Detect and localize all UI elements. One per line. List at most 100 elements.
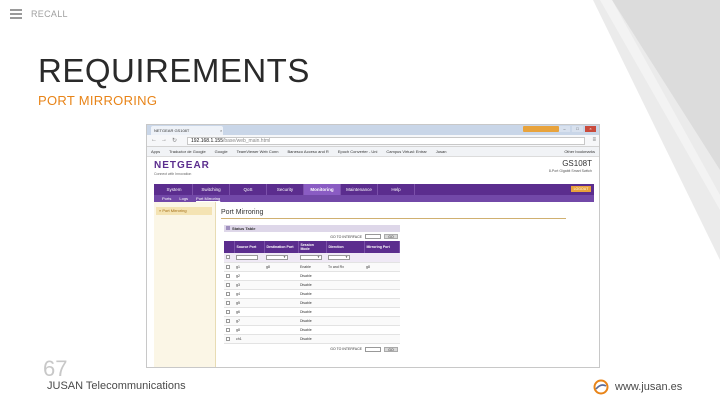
browser-menu-icon[interactable]: ≡ bbox=[592, 137, 596, 143]
page-number: 67 bbox=[43, 356, 68, 381]
cell-destination-port bbox=[264, 298, 298, 308]
minimize-icon[interactable]: – bbox=[559, 126, 570, 132]
subnav-port-mirroring[interactable]: Port Mirroring bbox=[196, 195, 220, 202]
goto-interface-input[interactable] bbox=[365, 346, 381, 352]
cell-destination-port bbox=[264, 280, 298, 290]
cell-direction bbox=[326, 307, 364, 317]
back-icon[interactable]: ← bbox=[151, 137, 157, 143]
bookmark-item[interactable]: Apps bbox=[151, 149, 160, 154]
cell-source-port: g6 bbox=[234, 307, 264, 317]
row-checkbox[interactable] bbox=[226, 309, 230, 314]
url-input[interactable]: 192.168.1.155/base/web_main.html bbox=[187, 137, 585, 145]
other-bookmarks[interactable]: Other bookmarks bbox=[564, 149, 595, 154]
session-mode-filter[interactable]: ▼ bbox=[300, 254, 322, 260]
subnav-ports[interactable]: Ports bbox=[162, 195, 171, 202]
row-checkbox[interactable] bbox=[226, 318, 230, 323]
nav-help[interactable]: Help bbox=[378, 184, 415, 195]
table-row[interactable]: g5 Disable bbox=[224, 298, 400, 308]
tab-close-icon[interactable]: × bbox=[220, 128, 222, 133]
netgear-tagline: Connect with Innovation bbox=[154, 172, 192, 176]
bookmark-item[interactable]: Campus Virtual: Entrar bbox=[386, 149, 426, 154]
maximize-icon[interactable]: □ bbox=[572, 126, 583, 132]
destination-port-filter[interactable]: ▼ bbox=[266, 254, 288, 260]
table-row[interactable]: g2 Disable bbox=[224, 271, 400, 281]
reload-icon[interactable]: ↻ bbox=[172, 137, 177, 144]
table-row[interactable]: ch1 Disable bbox=[224, 334, 400, 344]
goto-interface-input[interactable] bbox=[365, 234, 381, 239]
switch-model-description: 8-Port Gigabit Smart Switch bbox=[548, 169, 592, 173]
forward-icon[interactable]: → bbox=[161, 137, 167, 143]
nav-switching[interactable]: Switching bbox=[193, 184, 230, 195]
logout-button[interactable]: LOGOUT bbox=[571, 186, 591, 192]
bookmark-item[interactable]: Jusan bbox=[436, 149, 447, 154]
row-checkbox[interactable] bbox=[226, 327, 230, 332]
nav-qos[interactable]: QoS bbox=[230, 184, 267, 195]
col-source-port: Source Port bbox=[234, 241, 265, 253]
cell-session-mode: Disable bbox=[298, 334, 326, 344]
window-controls: – □ × bbox=[559, 126, 596, 132]
row-checkbox[interactable] bbox=[226, 300, 230, 305]
table-row[interactable]: g8 Disable bbox=[224, 325, 400, 335]
browser-tab[interactable]: NETGEAR GS108T × bbox=[151, 126, 223, 135]
goto-interface-top: GO TO INTERFACE GO bbox=[224, 232, 400, 241]
footer-url[interactable]: www.jusan.es bbox=[615, 381, 682, 393]
tab-title: NETGEAR GS108T bbox=[154, 128, 190, 133]
cell-mirroring-port bbox=[364, 289, 400, 299]
hamburger-icon[interactable] bbox=[10, 9, 22, 19]
status-table-panel: Status Table GO TO INTERFACE GO Source P… bbox=[224, 225, 400, 354]
status-table-label: Status Table bbox=[232, 226, 256, 231]
left-menu-port-mirroring[interactable]: » Port Mirroring bbox=[156, 207, 212, 215]
cell-mirroring-port bbox=[364, 334, 400, 344]
table-row[interactable]: g1 g8 Enable Tx and Rx g8 bbox=[224, 262, 400, 272]
col-session-mode: Session Mode bbox=[298, 241, 327, 253]
cell-session-mode: Disable bbox=[298, 289, 326, 299]
cell-source-port: ch1 bbox=[234, 334, 264, 344]
goto-label: GO TO INTERFACE bbox=[330, 234, 362, 239]
table-row[interactable]: g7 Disable bbox=[224, 316, 400, 326]
bookmark-item[interactable]: Banesco Acceso and R bbox=[287, 149, 328, 154]
row-checkbox[interactable] bbox=[226, 336, 230, 341]
direction-filter[interactable]: ▼ bbox=[328, 254, 350, 260]
row-checkbox[interactable] bbox=[226, 264, 230, 269]
page-title: Port Mirroring bbox=[221, 209, 264, 216]
row-checkbox[interactable] bbox=[226, 291, 230, 296]
close-window-icon[interactable]: × bbox=[585, 126, 596, 132]
cell-mirroring-port bbox=[364, 307, 400, 317]
select-all-checkbox[interactable] bbox=[226, 255, 230, 260]
nav-maintenance[interactable]: Maintenance bbox=[341, 184, 378, 195]
row-checkbox[interactable] bbox=[226, 282, 230, 287]
slide-title: REQUIREMENTS bbox=[38, 52, 310, 89]
cell-session-mode: Disable bbox=[298, 280, 326, 290]
table-row[interactable]: g6 Disable bbox=[224, 307, 400, 317]
section-label: RECALL bbox=[31, 9, 68, 19]
cell-session-mode: Disable bbox=[298, 307, 326, 317]
bookmark-item[interactable]: Google bbox=[215, 149, 228, 154]
source-port-filter[interactable] bbox=[236, 254, 258, 260]
go-button[interactable]: GO bbox=[384, 346, 398, 352]
cell-direction bbox=[326, 298, 364, 308]
bookmark-item[interactable]: Epoch Converter - Uni bbox=[338, 149, 378, 154]
nav-security[interactable]: Security bbox=[267, 184, 304, 195]
footer-company: JUSAN Telecommunications bbox=[47, 380, 186, 392]
nav-system[interactable]: System bbox=[156, 184, 193, 195]
subnav-logs[interactable]: Logs bbox=[179, 195, 188, 202]
go-button[interactable]: GO bbox=[384, 234, 398, 239]
url-path: /base/web_main.html bbox=[222, 138, 271, 144]
cell-source-port: g1 bbox=[234, 262, 264, 272]
status-table-header[interactable]: Status Table bbox=[224, 225, 400, 232]
bookmark-item[interactable]: TeamViewer Web Conn bbox=[237, 149, 279, 154]
main-nav: System Switching QoS Security Monitoring… bbox=[154, 184, 594, 195]
bookmark-item[interactable]: Traductor de Google bbox=[169, 149, 206, 154]
row-checkbox[interactable] bbox=[226, 273, 230, 278]
switch-model: GS108T bbox=[562, 159, 592, 168]
collapse-icon[interactable] bbox=[226, 226, 230, 230]
cell-session-mode: Disable bbox=[298, 298, 326, 308]
table-row[interactable]: g4 Disable bbox=[224, 289, 400, 299]
table-row[interactable]: g3 Disable bbox=[224, 280, 400, 290]
content-area: Port Mirroring Status Table GO TO INTERF… bbox=[221, 205, 585, 352]
cell-mirroring-port bbox=[364, 298, 400, 308]
cell-session-mode: Enable bbox=[298, 262, 326, 272]
nav-monitoring[interactable]: Monitoring bbox=[304, 184, 341, 195]
cell-direction bbox=[326, 316, 364, 326]
address-bar: ← → ↻ 192.168.1.155/base/web_main.html ≡ bbox=[147, 135, 599, 147]
